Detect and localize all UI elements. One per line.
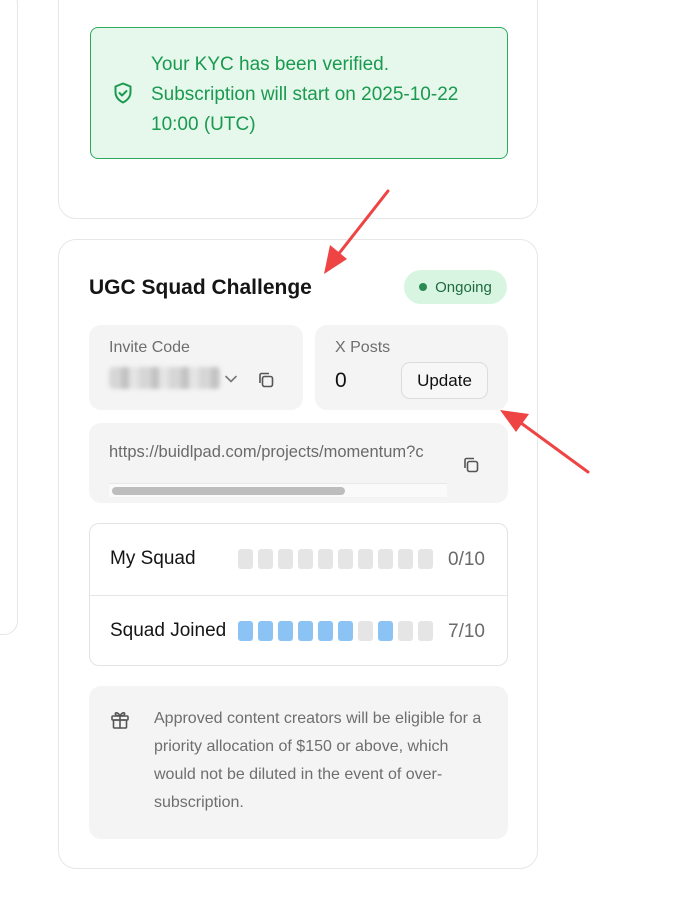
- kyc-message: Your KYC has been verified. Subscription…: [151, 50, 501, 140]
- squad-slot-empty: [238, 549, 253, 569]
- squad-slot-empty: [398, 549, 413, 569]
- squad-row-label: My Squad: [110, 548, 196, 569]
- kyc-card: Your KYC has been verified. Subscription…: [58, 0, 538, 219]
- kyc-verified-banner: Your KYC has been verified. Subscription…: [90, 27, 508, 159]
- squad-slot-empty: [358, 549, 373, 569]
- squad-slot-filled: [298, 621, 313, 641]
- squad-row-count: 7/10: [448, 621, 485, 642]
- allocation-note: Approved content creators will be eligib…: [89, 686, 508, 839]
- status-dot: [419, 283, 428, 291]
- squad-slot-empty: [378, 549, 393, 569]
- squad-progress-table: My Squad 0/10 Squad Joined 7/10: [89, 523, 508, 666]
- shield-check-icon: [114, 82, 132, 104]
- squad-slot-empty: [398, 621, 413, 641]
- squad-slot-empty: [418, 621, 433, 641]
- invite-code-value[interactable]: [109, 367, 221, 389]
- left-panel-edge: [0, 0, 18, 635]
- status-label: Ongoing: [435, 278, 492, 296]
- squad-slot-filled: [318, 621, 333, 641]
- squad-slot-filled: [258, 621, 273, 641]
- squad-slot-empty: [418, 549, 433, 569]
- squad-slot-empty: [258, 549, 273, 569]
- invite-code-panel: Invite Code: [89, 325, 303, 410]
- x-posts-label: X Posts: [335, 339, 391, 356]
- squad-row-label: Squad Joined: [110, 620, 227, 641]
- squad-row-squad-joined: Squad Joined 7/10: [90, 595, 507, 666]
- copy-icon[interactable]: [256, 370, 276, 390]
- squad-slot-empty: [338, 549, 353, 569]
- referral-link-panel: https://buidlpad.com/projects/momentum?c: [89, 423, 508, 503]
- squad-row-my-squad: My Squad 0/10: [90, 524, 507, 595]
- allocation-note-text: Approved content creators will be eligib…: [154, 710, 482, 811]
- referral-url[interactable]: https://buidlpad.com/projects/momentum?c: [109, 443, 447, 462]
- challenge-title: UGC Squad Challenge: [89, 276, 312, 299]
- squad-progress-cells: [238, 549, 433, 569]
- squad-slot-filled: [338, 621, 353, 641]
- kyc-message-line-1: Your KYC has been verified.: [151, 54, 390, 75]
- squad-slot-empty: [358, 621, 373, 641]
- squad-row-count: 0/10: [448, 549, 485, 570]
- squad-slot-empty: [298, 549, 313, 569]
- squad-slot-empty: [278, 549, 293, 569]
- x-posts-count: 0: [335, 369, 347, 392]
- squad-slot-filled: [238, 621, 253, 641]
- invite-code-label: Invite Code: [109, 339, 190, 356]
- update-button[interactable]: Update: [401, 362, 488, 399]
- status-badge: Ongoing: [404, 270, 507, 304]
- kyc-message-line-2: Subscription will start on 2025-10-22: [151, 84, 459, 105]
- kyc-message-line-3: 10:00 (UTC): [151, 114, 256, 135]
- squad-progress-cells: [238, 621, 433, 641]
- x-posts-panel: X Posts 0 Update: [315, 325, 508, 410]
- scrollbar-thumb[interactable]: [112, 487, 345, 495]
- gift-icon: [111, 712, 129, 729]
- squad-slot-empty: [318, 549, 333, 569]
- squad-slot-filled: [378, 621, 393, 641]
- copy-icon[interactable]: [461, 455, 481, 475]
- squad-slot-filled: [278, 621, 293, 641]
- squad-challenge-card: UGC Squad Challenge Ongoing Invite Code …: [58, 239, 538, 869]
- horizontal-scrollbar[interactable]: [109, 483, 447, 497]
- chevron-down-icon[interactable]: [224, 374, 238, 384]
